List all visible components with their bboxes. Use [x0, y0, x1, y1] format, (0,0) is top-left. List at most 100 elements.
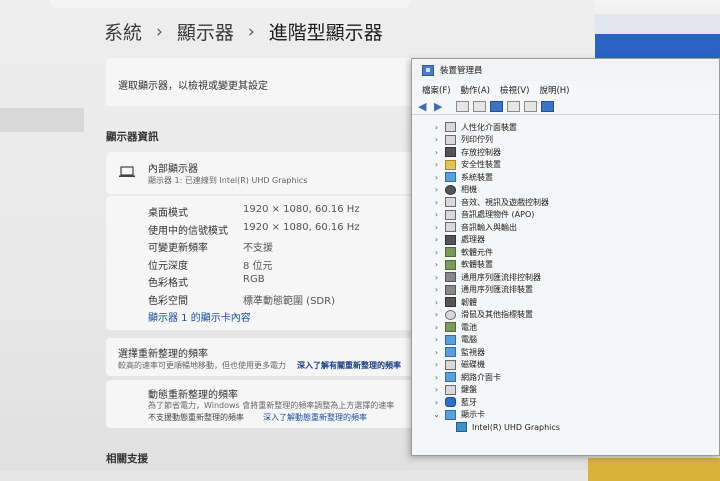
refresh-rate-title: 選擇重新整理的頻率 [118, 349, 208, 360]
tree-node[interactable]: › 軟體裝置 [432, 259, 493, 271]
usb-controller-icon [445, 272, 456, 282]
chevron-right-icon[interactable]: › [432, 273, 441, 282]
chevron-right-icon[interactable]: › [432, 285, 441, 294]
device-manager-titlebar[interactable]: 裝置管理員 [412, 59, 719, 81]
chevron-right-icon[interactable]: › [432, 173, 441, 182]
tree-node[interactable]: › 相機 [432, 184, 477, 196]
tree-node[interactable]: › 處理器 [432, 234, 485, 246]
help-icon[interactable] [490, 100, 503, 112]
tree-node[interactable]: › 藍牙 [432, 396, 477, 408]
chevron-right-icon[interactable]: › [432, 198, 441, 207]
chevron-right-icon[interactable]: › [432, 248, 441, 257]
chevron-right-icon[interactable]: › [432, 360, 441, 369]
properties-icon[interactable] [456, 100, 469, 112]
device-manager-window[interactable]: 裝置管理員 檔案(F) 動作(A) 檢視(V) 說明(H) ◀ ▶ › 人性化介面… [411, 58, 720, 456]
dynamic-refresh-learn-link[interactable]: 深入了解動態重新整理的頻率 [263, 412, 367, 423]
chevron-right-icon[interactable]: › [432, 335, 441, 344]
tree-node[interactable]: › 列印佇列 [432, 134, 493, 146]
chevron-right-icon[interactable]: › [432, 348, 441, 357]
tree-node[interactable]: › 電腦 [432, 334, 477, 346]
chevron-right-icon[interactable]: › [432, 310, 441, 319]
chevron-right-icon[interactable]: › [432, 135, 441, 144]
breadcrumb-system[interactable]: 系統 [104, 18, 142, 45]
tree-node[interactable]: › 軟體元件 [432, 246, 493, 258]
menu-help[interactable]: 說明(H) [539, 84, 569, 96]
chevron-right-icon: › [156, 21, 163, 42]
tree-node[interactable]: › 存放控制器 [432, 146, 501, 158]
network-adapter-icon [445, 372, 456, 382]
related-support-heading: 相關支援 [106, 453, 148, 465]
tree-node[interactable]: › 電池 [432, 321, 477, 333]
page-title: 進階型顯示器 [268, 22, 383, 44]
dynamic-refresh-card: 動態重新整理的頻率 為了節省電力，Windows 會將重新整理的頻率調整為上方選… [106, 380, 416, 428]
refresh-rate-learn-more-link[interactable]: 深入了解有關重新整理的頻率 [297, 360, 401, 371]
tree-node[interactable]: › 監視器 [432, 346, 485, 358]
chevron-right-icon[interactable]: › [432, 160, 441, 169]
chevron-right-icon[interactable]: › [432, 385, 441, 394]
chevron-right-icon[interactable]: › [432, 235, 441, 244]
firmware-icon [445, 297, 456, 307]
hid-icon [445, 122, 456, 132]
display-details-card: 桌面模式 1920 × 1080, 60.16 Hz 使用中的信號模式 1920… [106, 196, 416, 330]
chevron-right-icon[interactable]: › [432, 398, 441, 407]
processor-icon [445, 234, 456, 245]
system-device-icon [445, 172, 456, 182]
select-display-card[interactable]: 選取顯示器，以檢視或變更其設定 [106, 58, 416, 106]
tree-node[interactable]: › 安全性裝置 [432, 159, 501, 171]
tree-node[interactable]: › 音效、視訊及遊戲控制器 [432, 196, 549, 208]
computer-icon [445, 334, 456, 345]
tree-node[interactable]: › 滑鼠及其他指標裝置 [432, 309, 533, 321]
adapter-properties-link[interactable]: 顯示器 1 的顯示卡內容 [148, 309, 251, 324]
nav-selection-shade [0, 108, 84, 132]
chevron-right-icon[interactable]: › [432, 323, 441, 332]
tree-node[interactable]: › 磁碟機 [432, 359, 485, 371]
tree-node[interactable]: › 音訊處理物件 (APO) [432, 209, 534, 221]
menu-bar: 檔案(F) 動作(A) 檢視(V) 說明(H) [412, 82, 719, 98]
select-display-label: 選取顯示器，以檢視或變更其設定 [118, 81, 268, 92]
tree-node[interactable]: ⌄ 顯示卡 [432, 409, 485, 421]
display-info-heading: 顯示器資訊 [106, 131, 159, 143]
tree-node[interactable]: › 通用序列匯流排控制器 [432, 271, 541, 283]
menu-view[interactable]: 檢視(V) [500, 84, 529, 96]
software-component-icon [445, 247, 456, 257]
driver-list-icon[interactable] [507, 100, 520, 112]
camera-icon [445, 184, 456, 195]
console-tree-icon[interactable] [473, 100, 486, 112]
detail-value: 1920 × 1080, 60.16 Hz [243, 204, 360, 215]
back-arrow-icon[interactable]: ◀ [418, 101, 430, 112]
disk-drive-icon [445, 359, 456, 370]
detail-value: 不支援 [243, 243, 273, 254]
menu-action[interactable]: 動作(A) [461, 84, 490, 96]
chevron-right-icon[interactable]: › [432, 148, 441, 157]
tree-node[interactable]: › 通用序列匯流排裝置 [432, 284, 533, 296]
tree-child-node[interactable]: Intel(R) UHD Graphics [452, 421, 560, 433]
forward-arrow-icon[interactable]: ▶ [434, 101, 446, 112]
chevron-right-icon[interactable]: › [432, 373, 441, 382]
detail-label: 可變更新頻率 [148, 243, 208, 254]
dynamic-refresh-unsupported: 不支援動態重新整理的頻率 [148, 413, 244, 422]
chevron-right-icon[interactable]: › [432, 260, 441, 269]
chevron-right-icon[interactable]: › [432, 185, 441, 194]
chevron-right-icon[interactable]: › [432, 210, 441, 219]
dynamic-refresh-desc: 為了節省電力，Windows 會將重新整理的頻率調整為上方選擇的速率 [148, 401, 395, 410]
tree-node[interactable]: › 網路介面卡 [432, 371, 501, 383]
tree-node[interactable]: › 人性化介面裝置 [432, 121, 517, 133]
tree-node[interactable]: › 系統裝置 [432, 171, 493, 183]
dynamic-refresh-title: 動態重新整理的頻率 [148, 390, 238, 401]
chevron-right-icon[interactable]: › [432, 298, 441, 307]
device-connection: 顯示器 1: 已連線到 Intel(R) UHD Graphics [148, 176, 308, 185]
scan-hardware-icon[interactable] [541, 100, 554, 112]
tree-node[interactable]: › 音訊輸入與輸出 [432, 221, 517, 233]
usb-device-icon [445, 284, 456, 295]
chevron-right-icon[interactable]: › [432, 223, 441, 232]
toolbar: ◀ ▶ [412, 98, 719, 115]
menu-file[interactable]: 檔案(F) [422, 84, 451, 96]
update-driver-icon[interactable] [524, 100, 537, 112]
tree-node[interactable]: › 韌體 [432, 296, 477, 308]
tree-node[interactable]: › 鍵盤 [432, 384, 477, 396]
chevron-right-icon[interactable]: › [432, 123, 441, 132]
chevron-down-icon[interactable]: ⌄ [432, 410, 441, 419]
refresh-rate-card[interactable]: 選擇重新整理的頻率 較高的速率可更順暢地移動，但也使用更多電力 深入了解有關重新… [106, 338, 416, 376]
breadcrumb-display[interactable]: 顯示器 [177, 18, 234, 45]
detail-label: 色彩空間 [148, 296, 188, 307]
